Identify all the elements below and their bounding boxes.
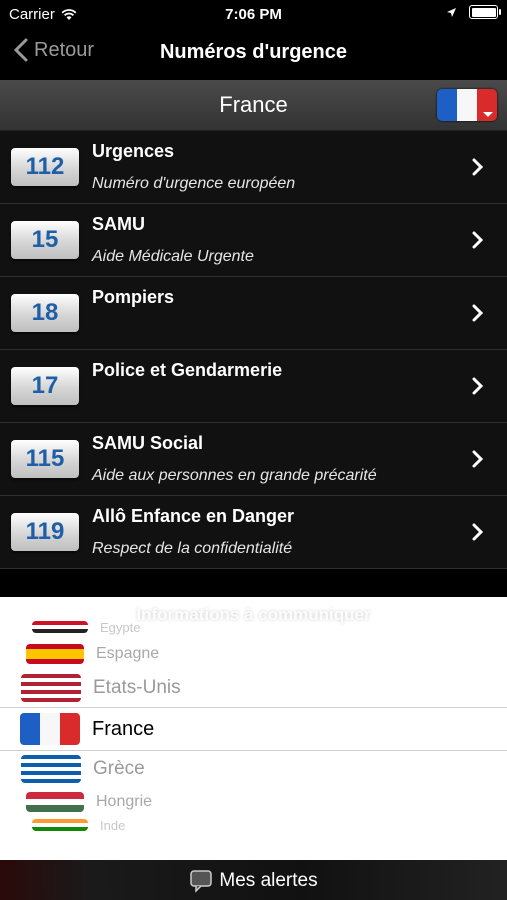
- picker-item[interactable]: France: [0, 710, 507, 748]
- picker-country-label: Grèce: [93, 758, 145, 779]
- chevron-right-icon: [472, 231, 484, 249]
- country-flag-icon: [20, 713, 80, 745]
- status-right: [446, 5, 501, 19]
- emergency-row[interactable]: 15 SAMU Aide Médicale Urgente: [0, 204, 507, 277]
- emergency-service-name: Police et Gendarmerie: [92, 360, 283, 380]
- page-title: Numéros d'urgence: [159, 41, 348, 63]
- country-flag-icon: [26, 792, 84, 812]
- emergency-number-badge: 112: [11, 148, 79, 186]
- emergency-list: 112 Urgences Numéro d'urgence européen 15 SA…: [0, 131, 507, 569]
- picker-item[interactable]: Espagne: [0, 641, 507, 667]
- emergency-row[interactable]: 119 Allô Enfance en Danger Respect de la c…: [0, 496, 507, 569]
- my-alerts-label: Mes alertes: [219, 870, 318, 891]
- speech-bubble-icon: [190, 870, 213, 893]
- emergency-service-description: Respect de la confidentialité: [92, 540, 293, 557]
- chevron-right-icon: [472, 158, 484, 176]
- picker-item[interactable]: Grèce: [0, 752, 507, 786]
- my-alerts-button[interactable]: Mes alertes: [0, 869, 507, 893]
- country-name: France: [219, 92, 288, 117]
- emergency-number-badge: 15: [11, 221, 79, 259]
- picker-selection-top-line: [0, 707, 507, 708]
- navigation-bar: Retour Numéros d'urgence: [0, 28, 507, 78]
- emergency-service-description: Numéro d'urgence européen: [92, 175, 296, 192]
- picker-item[interactable]: Hongrie: [0, 789, 507, 815]
- battery-icon: [469, 5, 501, 19]
- bottom-bar: Mes alertes: [0, 860, 507, 900]
- country-picker[interactable]: Informations à communiquer Egypte Espagne…: [0, 597, 507, 860]
- emergency-row[interactable]: 115 SAMU Social Aide aux personnes en gran…: [0, 423, 507, 496]
- picker-country-label: Etats-Unis: [93, 677, 181, 698]
- picker-country-label: Espagne: [96, 645, 160, 662]
- chevron-right-icon: [472, 377, 484, 395]
- picker-country-label: France: [92, 717, 155, 740]
- picker-item[interactable]: Inde: [0, 817, 507, 833]
- emergency-number-badge: 119: [11, 513, 79, 551]
- status-time: 7:06 PM: [225, 6, 282, 23]
- picker-country-label: Egypte: [100, 619, 141, 635]
- emergency-service-name: SAMU Social: [92, 433, 204, 453]
- emergency-number-badge: 18: [11, 294, 79, 332]
- picker-country-label: Inde: [100, 817, 126, 833]
- picker-item[interactable]: Etats-Unis: [0, 671, 507, 705]
- country-flag-icon: [32, 621, 88, 633]
- emergency-service-name: Urgences: [92, 141, 175, 161]
- emergency-service-name: Allô Enfance en Danger: [92, 506, 295, 526]
- chevron-right-icon: [472, 450, 484, 468]
- country-header: France: [0, 80, 507, 131]
- country-flag-icon: [21, 755, 81, 783]
- emergency-number-badge: 17: [11, 367, 79, 405]
- status-bar: Carrier 7:06 PM: [0, 0, 507, 28]
- picker-item[interactable]: Egypte: [0, 619, 507, 635]
- emergency-row[interactable]: 18 Pompiers: [0, 277, 507, 350]
- emergency-number-badge: 115: [11, 440, 79, 478]
- emergency-service-name: Pompiers: [92, 287, 175, 307]
- emergency-service-description: Aide aux personnes en grande précarité: [92, 467, 377, 484]
- emergency-service-name: SAMU: [92, 214, 145, 234]
- picker-country-label: Hongrie: [96, 793, 153, 810]
- country-flag-icon: [32, 819, 88, 831]
- country-flag-button[interactable]: [437, 89, 497, 121]
- emergency-service-description: Aide Médicale Urgente: [92, 248, 254, 265]
- emergency-row[interactable]: 112 Urgences Numéro d'urgence européen: [0, 131, 507, 204]
- country-flag-icon: [21, 674, 81, 702]
- location-arrow-icon: [447, 7, 456, 17]
- chevron-right-icon: [472, 304, 484, 322]
- picker-selection-bottom-line: [0, 750, 507, 751]
- country-flag-icon: [26, 644, 84, 664]
- chevron-right-icon: [472, 523, 484, 541]
- emergency-row[interactable]: 17 Police et Gendarmerie: [0, 350, 507, 423]
